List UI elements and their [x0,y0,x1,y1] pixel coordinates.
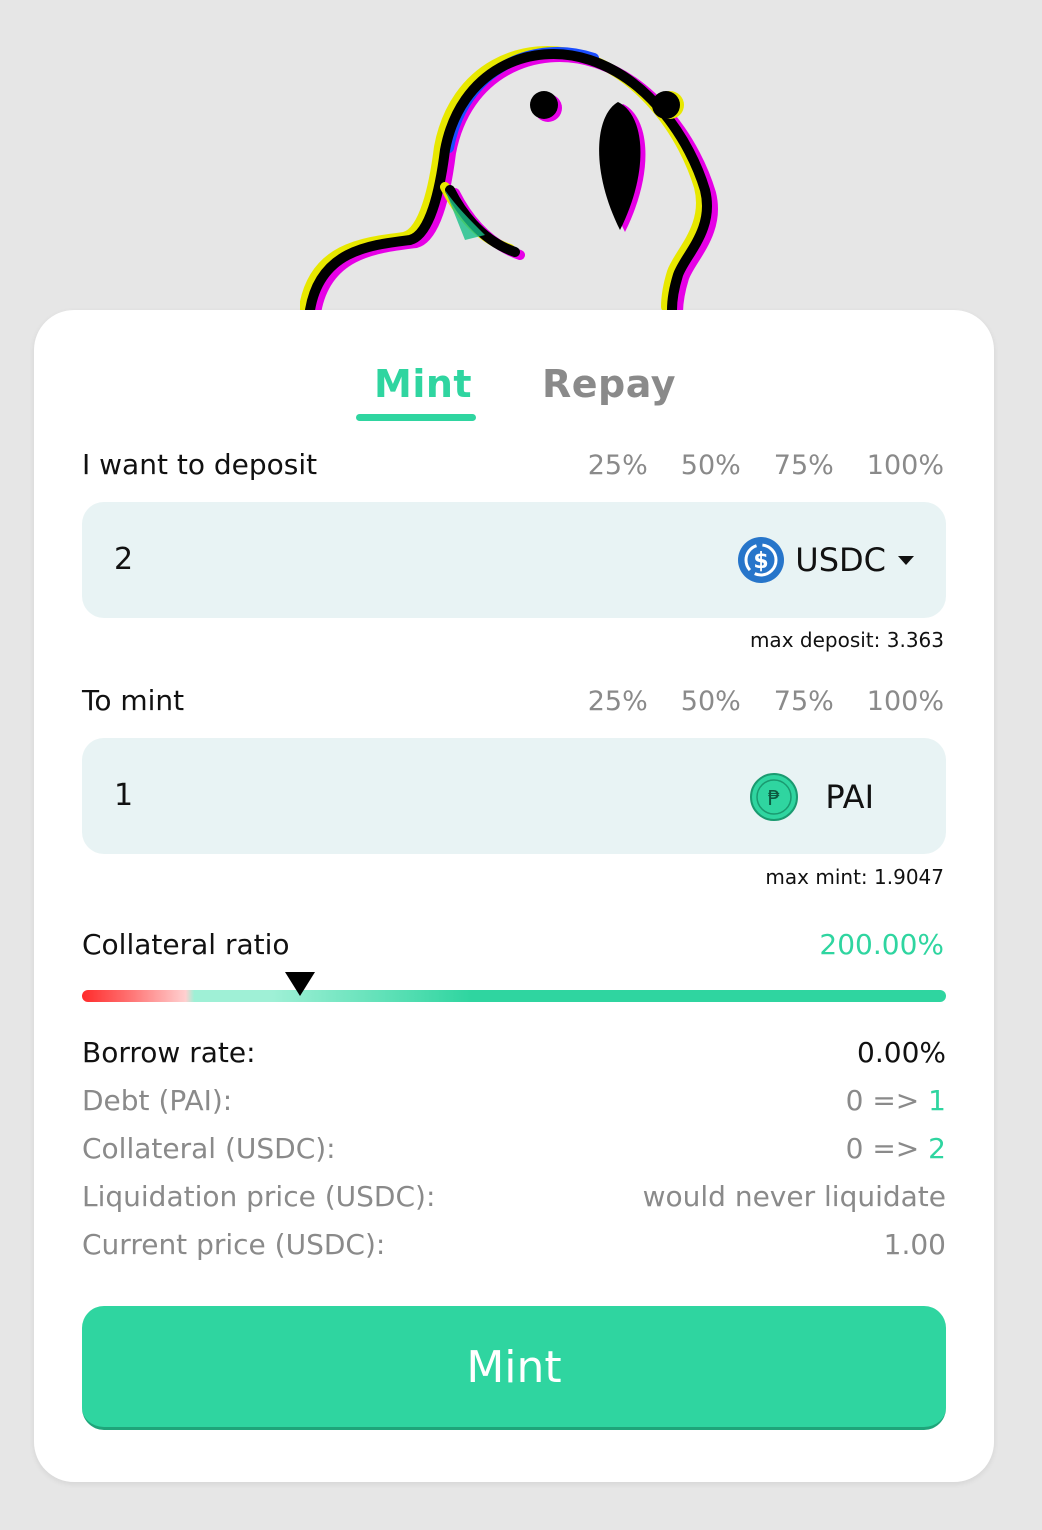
mint-button[interactable]: Mint [82,1306,946,1430]
current-price-label: Current price (USDC): [82,1228,386,1261]
mint-25-button[interactable]: 25% [588,686,648,717]
deposit-amount-input[interactable]: 2 [114,542,133,577]
deposit-percent-buttons: 25% 50% 75% 100% [588,450,944,481]
mint-100-button[interactable]: 100% [867,686,944,717]
liquidation-price-label: Liquidation price (USDC): [82,1180,436,1213]
parrot-mascot-logo [300,46,718,312]
slider-handle[interactable] [285,972,315,996]
borrow-rate-value: 0.00% [857,1036,946,1069]
debt-to: 1 [928,1084,946,1117]
usdc-coin-icon: $ [738,537,785,583]
borrow-rate-label: Borrow rate: [82,1036,256,1069]
debt-label: Debt (PAI): [82,1084,233,1117]
collateral-to: 2 [928,1132,946,1165]
svg-text:$: $ [754,549,769,574]
deposit-100-button[interactable]: 100% [867,450,944,481]
deposit-50-button[interactable]: 50% [681,450,741,481]
mint-75-button[interactable]: 75% [774,686,834,717]
collateral-from: 0 => [845,1132,920,1165]
collateral-label: Collateral (USDC): [82,1132,336,1165]
max-mint-text: max mint: 1.9047 [765,865,944,889]
liquidation-price-value: would never liquidate [642,1180,946,1213]
tab-repay[interactable]: Repay [542,362,676,406]
max-deposit-text: max deposit: 3.363 [749,628,944,652]
mode-tabs: Mint Repay [34,362,994,432]
mint-percent-buttons: 25% 50% 75% 100% [588,686,944,717]
mint-token-symbol: PAI [825,778,874,816]
collateral-ratio-slider[interactable] [82,990,946,1002]
tab-mint[interactable]: Mint [374,362,472,406]
debt-from: 0 => [845,1084,920,1117]
svg-text:₱: ₱ [768,786,781,810]
pai-coin-icon: ₱ [750,773,799,821]
deposit-75-button[interactable]: 75% [774,450,834,481]
deposit-token-symbol: USDC [795,541,886,579]
active-tab-indicator [356,414,476,421]
deposit-label: I want to deposit [82,448,318,481]
mint-amount-input[interactable]: 1 [114,778,133,813]
mint-50-button[interactable]: 50% [681,686,741,717]
mint-input-field[interactable]: 1 ₱ PAI [82,738,946,854]
deposit-input-field[interactable]: 2 $ USDC [82,502,946,618]
deposit-25-button[interactable]: 25% [588,450,648,481]
current-price-value: 1.00 [883,1228,946,1261]
collateral-ratio-value: 200.00% [819,928,944,961]
mint-label: To mint [82,684,185,717]
deposit-token-select[interactable]: $ USDC [737,536,914,584]
collateral-ratio-label: Collateral ratio [82,928,290,961]
mint-card: Mint Repay I want to deposit 25% 50% 75%… [34,310,994,1482]
mint-token-display: ₱ PAI [749,772,874,822]
chevron-down-icon [898,555,914,565]
